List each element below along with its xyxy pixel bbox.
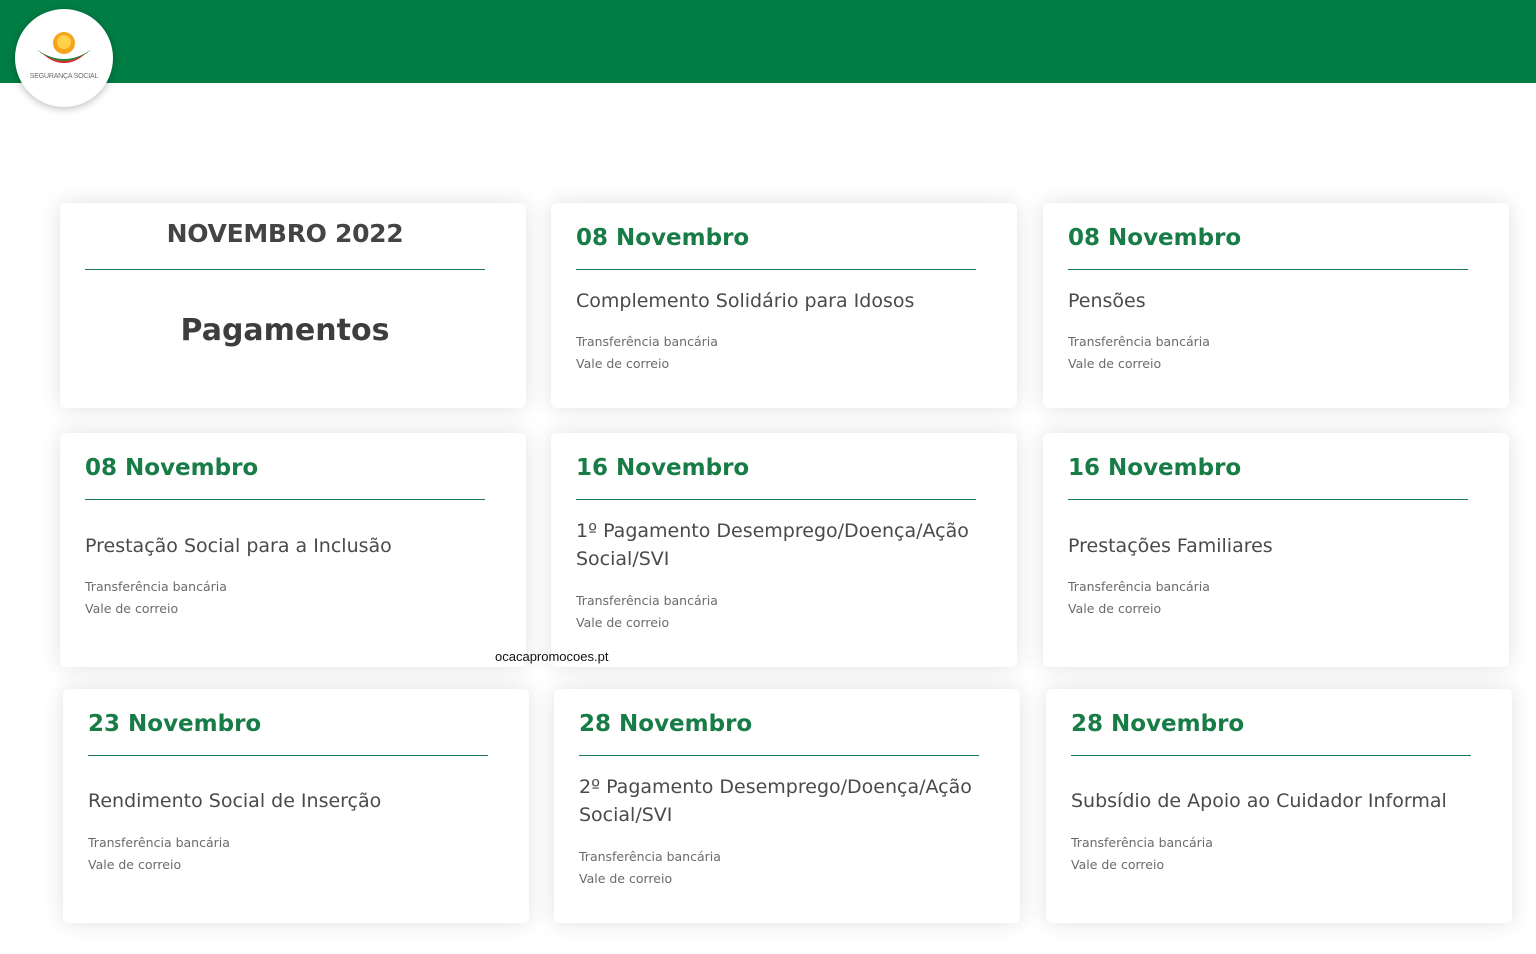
payment-card: 23 Novembro Rendimento Social de Inserçã… (63, 689, 529, 923)
payment-date: 08 Novembro (1068, 225, 1242, 251)
payment-card: 28 Novembro Subsídio de Apoio ao Cuidado… (1046, 689, 1512, 923)
divider (85, 269, 485, 270)
top-header-bar (0, 0, 1536, 83)
payment-method-postal: Vale de correio (88, 857, 182, 872)
payment-title: 1º Pagamento Desemprego/Doença/Ação Soci… (576, 520, 969, 570)
payment-method-transfer: Transferência bancária (85, 579, 227, 594)
payment-card: 28 Novembro 2º Pagamento Desemprego/Doen… (554, 689, 1020, 923)
payment-method-postal: Vale de correio (576, 356, 670, 371)
intro-card: NOVEMBRO 2022 Pagamentos (60, 203, 526, 408)
payment-method-transfer: Transferência bancária (579, 849, 721, 864)
payment-card: 08 Novembro Prestação Social para a Incl… (60, 433, 526, 667)
month-title: NOVEMBRO 2022 (166, 219, 404, 248)
payment-date: 23 Novembro (88, 711, 262, 737)
payment-title: Prestação Social para a Inclusão (85, 535, 392, 557)
payment-method-transfer: Transferência bancária (576, 334, 718, 349)
divider (1068, 499, 1468, 500)
divider (579, 755, 979, 756)
payment-date: 16 Novembro (576, 455, 750, 481)
watermark-text: ocacapromocoes.pt (495, 649, 609, 664)
payment-method-transfer: Transferência bancária (88, 835, 230, 850)
payment-method-transfer: Transferência bancária (1068, 334, 1210, 349)
payment-date: 16 Novembro (1068, 455, 1242, 481)
payment-card: 16 Novembro Prestações Familiares Transf… (1043, 433, 1509, 667)
divider (85, 499, 485, 500)
divider (1071, 755, 1471, 756)
divider (576, 269, 976, 270)
logo-text: SEGURANÇA SOCIAL (29, 73, 99, 80)
payment-method-postal: Vale de correio (576, 615, 670, 630)
payment-title: Subsídio de Apoio ao Cuidador Informal (1071, 790, 1447, 812)
payment-title: Complemento Solidário para Idosos (576, 290, 915, 312)
page-heading: Pagamentos (180, 313, 390, 348)
payment-card: 08 Novembro Pensões Transferência bancár… (1043, 203, 1509, 408)
payment-date: 28 Novembro (579, 711, 753, 737)
payment-title: Rendimento Social de Inserção (88, 790, 382, 812)
divider (1068, 269, 1468, 270)
payment-date: 08 Novembro (85, 455, 259, 481)
payment-method-postal: Vale de correio (1068, 601, 1162, 616)
divider (576, 499, 976, 500)
payment-method-postal: Vale de correio (1071, 857, 1165, 872)
payment-method-transfer: Transferência bancária (576, 593, 718, 608)
payment-method-transfer: Transferência bancária (1071, 835, 1213, 850)
payment-method-postal: Vale de correio (579, 871, 673, 886)
payment-title: Prestações Familiares (1068, 535, 1273, 557)
payment-method-postal: Vale de correio (85, 601, 179, 616)
payment-card: 08 Novembro Complemento Solidário para I… (551, 203, 1017, 408)
payment-date: 08 Novembro (576, 225, 750, 251)
payment-date: 28 Novembro (1071, 711, 1245, 737)
divider (88, 755, 488, 756)
seguranca-social-logo[interactable]: SEGURANÇA SOCIAL (15, 9, 113, 107)
payment-card: 16 Novembro 1º Pagamento Desemprego/Doen… (551, 433, 1017, 667)
payment-method-transfer: Transferência bancária (1068, 579, 1210, 594)
payment-title: 2º Pagamento Desemprego/Doença/Ação Soci… (579, 776, 972, 826)
logo-emblem-icon (36, 32, 92, 63)
payment-title: Pensões (1068, 290, 1146, 312)
payment-method-postal: Vale de correio (1068, 356, 1162, 371)
